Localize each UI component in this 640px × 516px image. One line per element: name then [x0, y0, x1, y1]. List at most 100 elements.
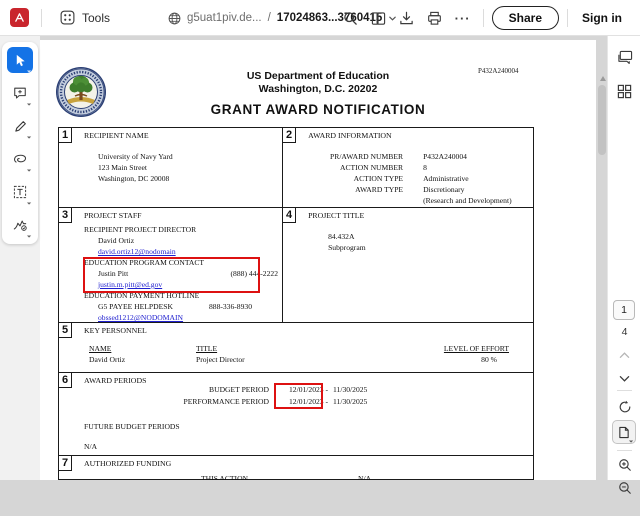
- more-options-button[interactable]: ···: [451, 6, 475, 30]
- lasso-loop-icon: [14, 154, 27, 163]
- section-key-personnel: 5 KEY PERSONNEL NAME TITLE LEVEL OF EFFO…: [59, 323, 533, 372]
- section-label: RECIPIENT NAME: [84, 131, 149, 140]
- kp-name: David Ortiz: [89, 355, 126, 364]
- section-label: KEY PERSONNEL: [84, 326, 147, 335]
- add-text-tool-button[interactable]: [7, 179, 33, 205]
- thumbnails-panel-button[interactable]: [608, 80, 640, 102]
- tools-grid-icon: [60, 10, 75, 25]
- zoom-in-icon: [618, 459, 631, 471]
- recipient-line: University of Navy Yard: [98, 152, 173, 161]
- tools-label: Tools: [82, 10, 111, 25]
- fit-page-button[interactable]: [612, 420, 636, 444]
- top-toolbar: Tools g5uat1piv.de... / 17024863...37604…: [0, 0, 640, 36]
- kp-header-title: TITLE: [196, 344, 218, 353]
- section-number: 2: [283, 128, 297, 143]
- award-info-label: [283, 195, 403, 206]
- payment-hotline-email-link[interactable]: obssed1212@NODOMAIN: [98, 313, 183, 322]
- project-title-line: 84.432A: [328, 232, 355, 241]
- this-action-value: N/A: [358, 474, 372, 480]
- rotate-page-button[interactable]: [608, 396, 640, 418]
- path-separator: /: [267, 12, 271, 24]
- recipient-line: 123 Main Street: [98, 163, 147, 172]
- section-number: 3: [59, 208, 72, 223]
- performance-period-label: PERFORMANCE PERIOD: [183, 396, 269, 406]
- award-info-label: AWARD TYPE: [355, 185, 404, 194]
- acrobat-logo-icon[interactable]: [10, 8, 29, 27]
- award-info-value: P432A240004: [423, 152, 467, 161]
- cursor-arrow-icon: [16, 54, 25, 66]
- doc-title: GRANT AWARD NOTIFICATION: [210, 102, 426, 117]
- draw-tool-button[interactable]: [7, 113, 33, 139]
- print-button[interactable]: [423, 6, 447, 30]
- comment-bubble-icon: [14, 87, 26, 99]
- annotation-tool-panel: [2, 42, 38, 244]
- search-icon: [344, 11, 357, 25]
- key-personnel-row: David Ortiz Project Director 80 %: [89, 354, 509, 365]
- award-info-value: (Research and Development): [423, 196, 512, 205]
- lasso-tool-button[interactable]: [7, 146, 33, 172]
- section-number: 5: [59, 323, 72, 338]
- award-info-label: ACTION NUMBER: [339, 163, 404, 172]
- download-button[interactable]: [395, 6, 419, 30]
- project-director-heading: RECIPIENT PROJECT DIRECTOR: [84, 225, 197, 234]
- award-number-corner: P432A240004: [478, 67, 519, 75]
- right-sidebar: 1 4: [607, 36, 640, 494]
- sidebar-divider: [617, 450, 632, 451]
- section-label: AWARD INFORMATION: [308, 131, 392, 140]
- kp-header-effort: LEVEL OF EFFORT: [443, 344, 509, 353]
- comment-tool-button[interactable]: [7, 80, 33, 106]
- search-button[interactable]: [339, 6, 363, 30]
- share-button[interactable]: Share: [491, 6, 559, 30]
- award-info-value: 8: [423, 163, 427, 172]
- rotate-icon: [619, 400, 630, 413]
- kp-title: Project Director: [196, 355, 245, 364]
- chevron-up-icon: [619, 352, 630, 358]
- future-budget-periods-label: FUTURE BUDGET PERIODS: [84, 422, 180, 431]
- select-tool-button[interactable]: [7, 47, 33, 73]
- document-viewport: US Department of Education Washington, D…: [40, 36, 607, 480]
- project-director-email-link[interactable]: david.ortiz12@nodomain: [98, 247, 176, 256]
- scrollbar-thumb[interactable]: [598, 85, 606, 155]
- project-director-name: David Ortiz: [98, 236, 135, 245]
- award-info-value: Discretionary: [423, 185, 465, 194]
- download-icon: [400, 11, 413, 24]
- comments-icon: [617, 50, 632, 64]
- budget-period-end: 11/30/2025: [333, 385, 368, 395]
- kp-effort: 80 %: [481, 355, 497, 364]
- grant-table: 1 RECIPIENT NAME University of Navy Yard…: [58, 127, 534, 480]
- grid-icon: [617, 84, 632, 98]
- tools-menu-button[interactable]: Tools: [54, 6, 116, 29]
- signature-icon: [13, 220, 27, 231]
- zoom-out-icon: [618, 482, 631, 494]
- scrollbar-up-arrow[interactable]: [600, 76, 606, 81]
- sidebar-divider: [617, 390, 632, 391]
- doc-header-line2: Washington, D.C. 20202: [258, 83, 378, 95]
- award-info-value: Administrative: [423, 174, 469, 183]
- next-page-button[interactable]: [608, 368, 640, 390]
- previous-page-button[interactable]: [608, 344, 640, 366]
- site-name[interactable]: g5uat1piv.de...: [187, 12, 262, 24]
- zoom-out-button[interactable]: [608, 477, 640, 499]
- sign-tool-button[interactable]: [7, 212, 33, 238]
- pdf-page: US Department of Education Washington, D…: [40, 40, 596, 480]
- section-project-staff: 3 PROJECT STAFF RECIPIENT PROJECT DIRECT…: [59, 208, 284, 322]
- left-tool-rail: [0, 36, 40, 480]
- future-budget-periods-value: N/A: [84, 442, 98, 451]
- section-label: PROJECT TITLE: [308, 211, 365, 220]
- print-icon: [428, 11, 442, 25]
- this-action-label: THIS ACTION: [201, 474, 249, 480]
- red-annotation-end-dates: [274, 383, 323, 409]
- copy-icon: [371, 11, 386, 25]
- red-annotation-program-contact: [83, 257, 260, 293]
- sign-in-link[interactable]: Sign in: [576, 11, 632, 25]
- award-info-label: PR/AWARD NUMBER: [330, 152, 404, 161]
- total-pages-label: 4: [621, 326, 628, 338]
- award-info-label: ACTION TYPE: [353, 174, 404, 183]
- zoom-in-button[interactable]: [608, 454, 640, 476]
- section-number: 4: [283, 208, 297, 223]
- comments-panel-button[interactable]: [608, 46, 640, 68]
- section-award-periods: 6 AWARD PERIODS BUDGET PERIOD 12/01/2023…: [59, 373, 533, 455]
- copy-pages-button[interactable]: [367, 6, 391, 30]
- pencil-icon: [14, 120, 26, 132]
- current-page-input[interactable]: 1: [613, 300, 635, 320]
